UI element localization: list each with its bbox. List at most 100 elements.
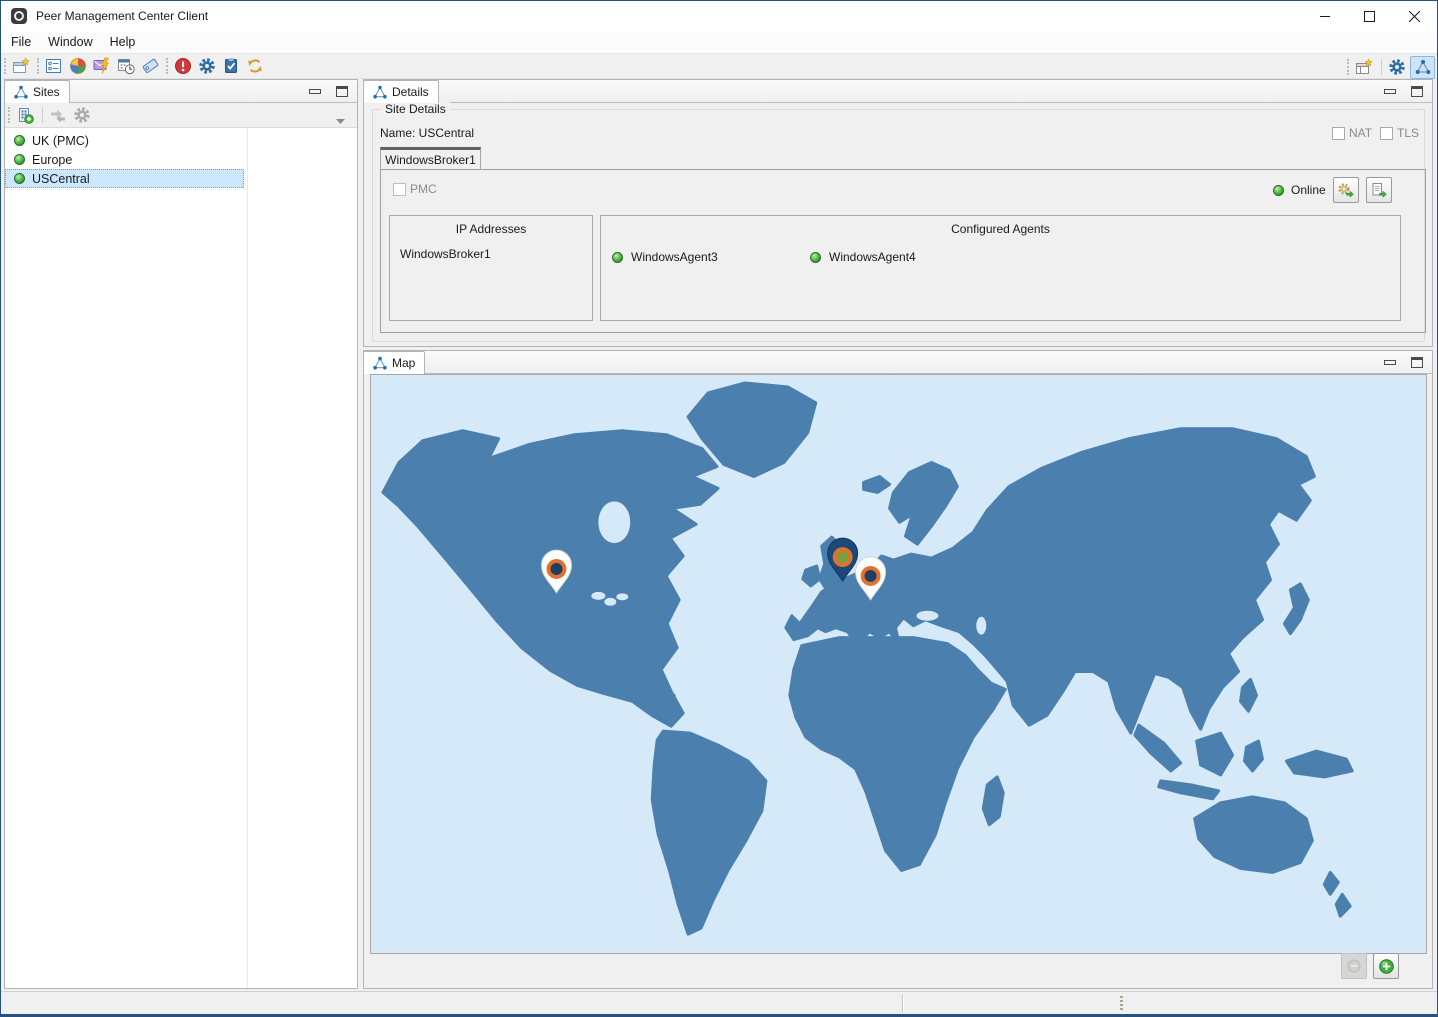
tls-checkbox-row: TLS bbox=[1380, 126, 1419, 140]
maximize-window-button[interactable] bbox=[1347, 1, 1392, 31]
site-name-value: Name: USCentral bbox=[380, 126, 474, 140]
zoom-in-icon bbox=[1378, 958, 1395, 975]
broker-status-row: Online bbox=[1273, 177, 1392, 203]
tab-map-label: Map bbox=[392, 356, 415, 370]
details-panel: Details Site Details Name: USCentral NAT… bbox=[363, 79, 1433, 347]
tab-details-label: Details bbox=[392, 85, 429, 99]
minimize-panel-icon[interactable] bbox=[309, 89, 321, 94]
tab-windowsbroker1-label: WindowsBroker1 bbox=[385, 153, 476, 167]
tab-sites[interactable]: Sites bbox=[4, 80, 70, 103]
clipboard-check-icon bbox=[222, 57, 240, 75]
main-toolbar bbox=[1, 53, 1437, 79]
error-log-button[interactable] bbox=[172, 55, 194, 77]
new-configuration-button[interactable] bbox=[10, 55, 32, 77]
agent-row-windowsagent4[interactable]: WindowsAgent4 bbox=[810, 250, 916, 264]
sites-tree[interactable]: UK (PMC) Europe USCentral bbox=[5, 128, 357, 988]
sites-view-toolbar bbox=[5, 103, 357, 128]
broker-detail-box: PMC Online IP Addresses WindowsBroker1 C… bbox=[380, 169, 1426, 333]
perspective-toolbar bbox=[1344, 55, 1435, 79]
view-menu-button[interactable] bbox=[336, 113, 345, 127]
ip-addresses-title: IP Addresses bbox=[390, 222, 592, 236]
refresh-button[interactable] bbox=[244, 55, 266, 77]
site-label: UK (PMC) bbox=[32, 134, 89, 148]
tls-checkbox[interactable] bbox=[1380, 127, 1393, 140]
menu-file[interactable]: File bbox=[9, 33, 33, 51]
site-row-europe[interactable]: Europe bbox=[5, 150, 244, 169]
status-bar-drag-handle[interactable] bbox=[1120, 996, 1123, 1010]
toolbar-drag-handle[interactable] bbox=[4, 58, 6, 74]
map-zoom-out-button[interactable] bbox=[1341, 953, 1367, 979]
title-bar: Peer Management Center Client bbox=[1, 1, 1437, 31]
online-status-icon bbox=[1273, 185, 1284, 196]
alerts-button[interactable] bbox=[91, 55, 113, 77]
minimize-window-button[interactable] bbox=[1302, 1, 1347, 31]
statistics-button[interactable] bbox=[67, 55, 89, 77]
views-list-icon bbox=[45, 57, 63, 75]
online-status-icon bbox=[612, 252, 623, 263]
zoom-out-icon bbox=[1346, 958, 1362, 974]
online-status-icon bbox=[14, 154, 25, 165]
maximize-panel-icon[interactable] bbox=[336, 86, 348, 97]
close-window-button[interactable] bbox=[1392, 1, 1437, 31]
minimize-panel-icon[interactable] bbox=[1384, 89, 1396, 94]
sites-tabbar: Sites bbox=[5, 80, 357, 103]
site-settings-button-disabled[interactable] bbox=[71, 104, 93, 126]
tag-icon bbox=[141, 57, 159, 75]
world-map-svg bbox=[371, 375, 1426, 953]
add-site-button[interactable] bbox=[14, 104, 36, 126]
network-triangle-icon bbox=[373, 85, 387, 99]
maximize-panel-icon[interactable] bbox=[1411, 86, 1423, 97]
broker-settings-button[interactable] bbox=[1333, 177, 1359, 203]
preferences-perspective-button[interactable] bbox=[1386, 56, 1408, 78]
agent-row-windowsagent3[interactable]: WindowsAgent3 bbox=[612, 250, 718, 264]
site-row-uk-pmc[interactable]: UK (PMC) bbox=[5, 131, 244, 150]
toolbar-drag-handle[interactable] bbox=[166, 58, 168, 74]
document-run-icon bbox=[1370, 182, 1387, 199]
broker-export-button[interactable] bbox=[1366, 177, 1392, 203]
world-map[interactable] bbox=[370, 374, 1427, 954]
network-perspective-button[interactable] bbox=[1410, 56, 1435, 79]
tags-button[interactable] bbox=[139, 55, 161, 77]
preferences-button[interactable] bbox=[196, 55, 218, 77]
tab-sites-label: Sites bbox=[33, 85, 60, 99]
menu-window[interactable]: Window bbox=[46, 33, 94, 51]
show-views-button[interactable] bbox=[43, 55, 65, 77]
map-tabbar: Map bbox=[364, 351, 1432, 374]
pmc-checkbox[interactable] bbox=[393, 183, 406, 196]
new-configuration-icon bbox=[12, 57, 30, 75]
site-details-group-title: Site Details bbox=[381, 102, 450, 116]
gear-icon bbox=[198, 57, 216, 75]
toolbar-drag-handle[interactable] bbox=[1347, 59, 1349, 75]
minimize-panel-icon[interactable] bbox=[1384, 360, 1396, 365]
toolbar-drag-handle[interactable] bbox=[37, 58, 39, 74]
network-triangle-icon bbox=[373, 356, 387, 370]
site-label: USCentral bbox=[32, 172, 90, 186]
details-tabbar: Details bbox=[364, 80, 1432, 103]
tab-map[interactable]: Map bbox=[363, 351, 425, 374]
calendar-clock-icon bbox=[117, 57, 135, 75]
agent-label: WindowsAgent4 bbox=[829, 250, 916, 264]
tree-column-divider bbox=[247, 128, 248, 988]
add-site-icon bbox=[16, 106, 34, 124]
maximize-panel-icon[interactable] bbox=[1411, 357, 1423, 368]
mail-lightning-icon bbox=[93, 57, 111, 75]
tab-details[interactable]: Details bbox=[363, 80, 439, 103]
toolbar-drag-handle[interactable] bbox=[8, 107, 10, 123]
tab-windowsbroker1[interactable]: WindowsBroker1 bbox=[380, 147, 481, 169]
map-zoom-in-button[interactable] bbox=[1373, 953, 1399, 979]
online-status-icon bbox=[810, 252, 821, 263]
sync-arrows-icon bbox=[246, 57, 264, 75]
scheduled-jobs-button[interactable] bbox=[115, 55, 137, 77]
menu-help[interactable]: Help bbox=[108, 33, 138, 51]
tasks-button[interactable] bbox=[220, 55, 242, 77]
configured-agents-title: Configured Agents bbox=[601, 222, 1400, 236]
site-row-uscentral[interactable]: USCentral bbox=[5, 169, 244, 188]
toolbar-separator bbox=[42, 107, 43, 123]
status-bar bbox=[1, 991, 1437, 1015]
open-perspective-button[interactable] bbox=[1353, 56, 1375, 78]
nat-checkbox[interactable] bbox=[1332, 127, 1345, 140]
transfer-button-disabled[interactable] bbox=[47, 104, 69, 126]
app-icon bbox=[11, 8, 27, 24]
toolbar-separator bbox=[1381, 59, 1382, 75]
status-bar-divider bbox=[902, 994, 903, 1013]
